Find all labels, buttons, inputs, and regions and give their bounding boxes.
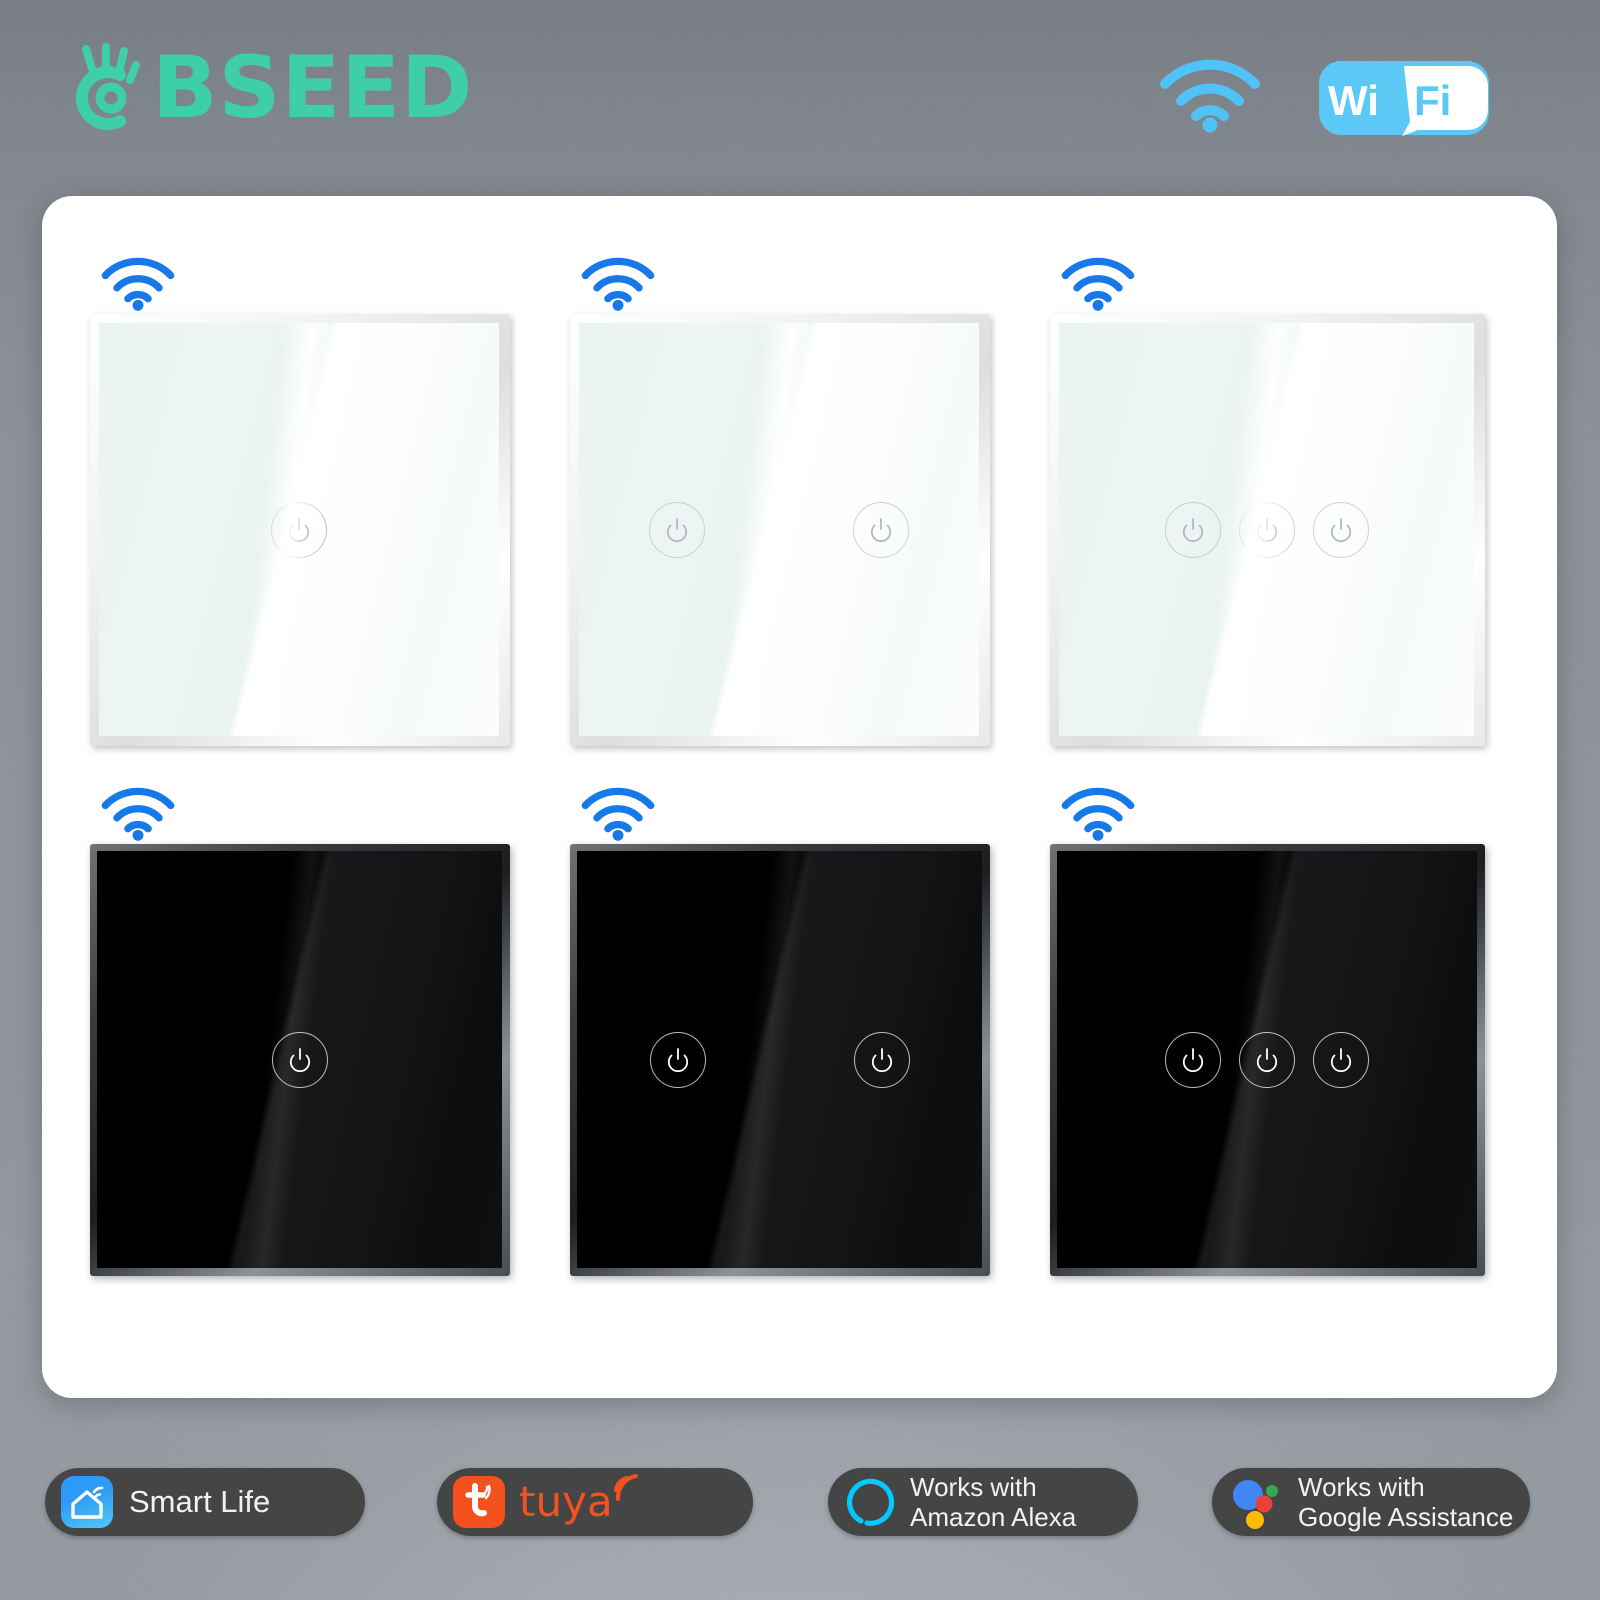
badge-tuya[interactable]: tuya — [437, 1468, 753, 1536]
power-button[interactable] — [1313, 1031, 1369, 1088]
glass-panel — [570, 314, 990, 746]
wifi-signal-icon — [101, 787, 175, 841]
glass-panel — [90, 844, 510, 1276]
svg-text:Fi: Fi — [1414, 77, 1451, 124]
power-icon — [667, 1047, 688, 1072]
glass-panel — [1050, 314, 1485, 746]
power-button[interactable] — [649, 1031, 706, 1088]
power-icon — [1256, 517, 1277, 542]
svg-text:tuya: tuya — [519, 1477, 613, 1526]
power-icon — [1256, 1047, 1278, 1072]
power-button[interactable] — [853, 1031, 910, 1088]
glass-panel — [570, 844, 990, 1276]
glass-panel — [1050, 844, 1485, 1276]
power-icon — [1182, 517, 1203, 542]
wifi-signal-icon — [101, 257, 175, 311]
power-icon — [1330, 1047, 1352, 1072]
power-button[interactable] — [271, 501, 327, 558]
power-button[interactable] — [853, 501, 909, 558]
wifi-signal-icon — [581, 257, 655, 311]
power-icon — [289, 1047, 310, 1072]
badge-label: Works with Amazon Alexa — [910, 1472, 1076, 1532]
badge-line-2: Google Assistance — [1298, 1502, 1514, 1532]
badge-google-assistant[interactable]: Works with Google Assistance — [1212, 1468, 1530, 1536]
switch-grid — [42, 196, 1557, 1398]
product-showcase-card — [42, 196, 1557, 1398]
wifi-signal-icon — [1061, 787, 1135, 841]
power-button[interactable] — [1238, 501, 1295, 558]
badge-amazon-alexa[interactable]: Works with Amazon Alexa — [828, 1468, 1138, 1536]
brand-logo: BSEED — [62, 38, 473, 138]
badge-label: Works with Google Assistance — [1298, 1472, 1513, 1532]
tuya-wordmark: tuya — [519, 1474, 638, 1526]
badge-line-2: Amazon Alexa — [910, 1502, 1077, 1532]
ok-hand-icon — [75, 43, 140, 130]
power-button[interactable] — [649, 501, 705, 558]
wifi-signal-icon — [1160, 59, 1260, 133]
power-icon — [871, 1047, 892, 1072]
power-button[interactable] — [271, 1031, 328, 1088]
google-assistant-dots-icon — [1228, 1475, 1284, 1529]
wifi-signal-icon — [1061, 257, 1135, 311]
wifi-signal-icon — [581, 787, 655, 841]
power-button[interactable] — [1239, 1031, 1295, 1088]
power-button[interactable] — [1165, 1031, 1221, 1088]
tuya-logo-icon — [453, 1476, 505, 1528]
glass-panel — [90, 314, 510, 746]
compatibility-badges: Smart Life tuya Works with Amazon Alexa … — [0, 1468, 1600, 1540]
power-icon — [870, 517, 892, 542]
alexa-ring-icon — [844, 1476, 896, 1528]
wifi-logo-badge: Wi Fi — [1319, 61, 1489, 136]
power-icon — [1330, 517, 1351, 542]
badge-smart-life[interactable]: Smart Life — [45, 1468, 365, 1536]
power-icon — [288, 517, 310, 542]
badge-line-1: Works with — [910, 1471, 1037, 1502]
header: BSEED Wi Fi — [0, 0, 1600, 196]
power-icon — [666, 517, 688, 542]
power-icon — [1182, 1047, 1204, 1072]
power-button[interactable] — [1164, 501, 1221, 558]
smart-life-house-icon — [61, 1476, 113, 1528]
badge-label: Smart Life — [129, 1484, 271, 1519]
badge-line-1: Works with — [1298, 1471, 1425, 1502]
power-button[interactable] — [1312, 501, 1369, 558]
svg-text:Wi: Wi — [1328, 77, 1379, 124]
brand-name: BSEED — [152, 38, 474, 138]
